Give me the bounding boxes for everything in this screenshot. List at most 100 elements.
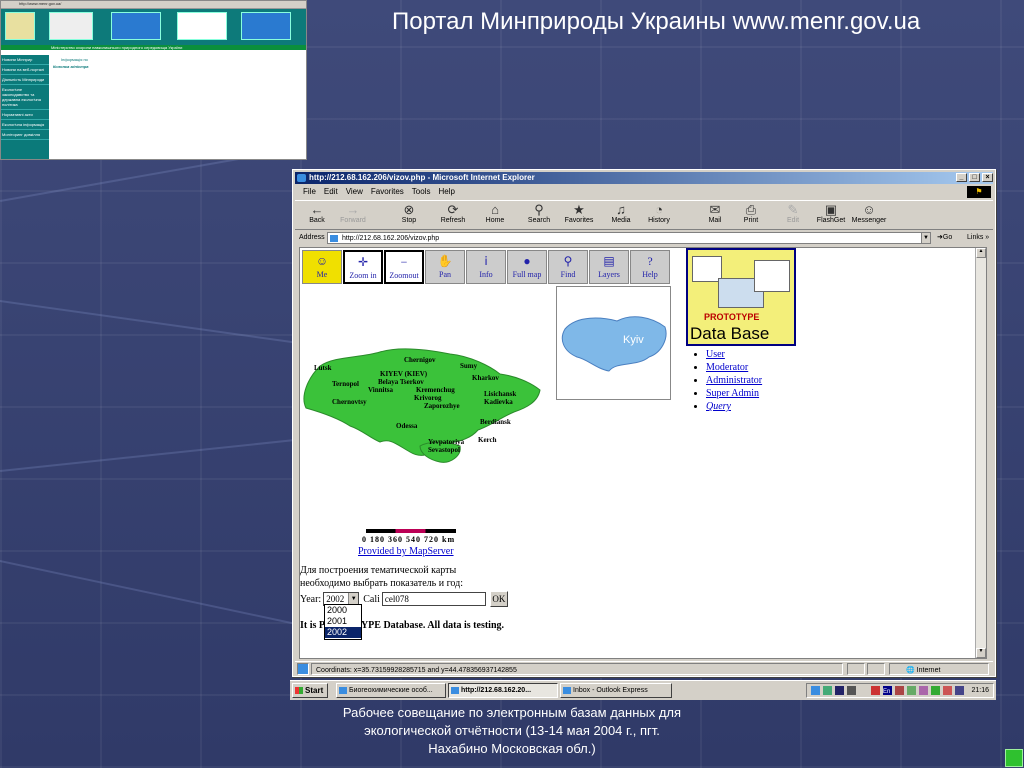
tray-icon[interactable] (919, 686, 928, 695)
overview-map[interactable]: Kyiv (556, 286, 671, 400)
taskbar-item[interactable]: Inbox - Outlook Express (560, 683, 672, 698)
menu-item[interactable]: Favorites (371, 187, 404, 196)
toolbar-button[interactable]: ♫ Media (603, 203, 639, 225)
tray-icon[interactable] (823, 686, 832, 695)
go-button[interactable]: ➜Go (937, 231, 952, 245)
status-page-icon (297, 663, 309, 675)
user-link[interactable]: Query (706, 401, 731, 412)
menu-item[interactable]: Tools (412, 187, 431, 196)
toolbar-icon: ✎ (787, 202, 799, 217)
ukraine-map[interactable]: Chernigov Lutsk Sumy KIYEV (KIEV)Belaya Tse… (300, 346, 550, 476)
city-label: Kharkov (472, 374, 499, 382)
tray-icon[interactable] (955, 686, 964, 695)
user-links: User Moderator Administrator Super Admin Que… (686, 348, 762, 413)
tray-icon[interactable] (835, 686, 844, 695)
taskbar-item-label: Биогеохимические особ... (349, 687, 433, 694)
user-link[interactable]: User (706, 349, 725, 360)
toolbar-button[interactable]: ⎙ Print (733, 203, 769, 225)
toolbar-button[interactable]: → Forward (335, 203, 371, 225)
address-dropdown-button[interactable]: ▼ (921, 232, 931, 244)
ok-button[interactable]: OK (489, 591, 508, 607)
user-link[interactable]: Administrator (706, 375, 762, 386)
overview-label: Kyiv (623, 334, 644, 346)
map-tool-icon: ⅰ (484, 254, 488, 268)
toolbar-label: Home (485, 217, 505, 224)
taskbar-item[interactable]: Биогеохимические особ... (336, 683, 446, 698)
mapserver-link[interactable]: Provided by MapServer (358, 546, 454, 557)
minimize-button[interactable]: _ (956, 173, 967, 182)
map-tool-button[interactable]: ● Full map (507, 250, 547, 284)
slide-nav-marker[interactable] (1005, 749, 1023, 767)
close-button[interactable]: × (982, 173, 993, 182)
maximize-button[interactable]: □ (969, 173, 980, 182)
toolbar-button[interactable]: ⌂ Home (477, 203, 513, 225)
map-tool-button[interactable]: ? Help (630, 250, 670, 284)
coat-of-arms-icon (5, 12, 35, 40)
toolbar-icon: ⊗ (403, 202, 415, 217)
tray-icon[interactable] (847, 686, 856, 695)
toolbar-button[interactable]: ⚲ Search (521, 203, 557, 225)
address-value: http://212.68.162.206/vizov.php (342, 235, 440, 242)
tray-icon[interactable] (931, 686, 940, 695)
toolbar-icon: ⟳ (447, 202, 459, 217)
toolbar-icon: ☺ (862, 202, 876, 217)
thumbnail-info-label: Інформація по (61, 57, 88, 62)
taskbar-item-active[interactable]: http://212.68.162.20... (448, 683, 558, 698)
toolbar-label: History (648, 217, 670, 224)
toolbar-button[interactable]: ☺ Messenger (851, 202, 887, 225)
user-link[interactable]: Moderator (706, 362, 748, 373)
links-button[interactable]: Links » (967, 231, 989, 245)
toolbar-button[interactable]: ⟳ Refresh (435, 202, 471, 225)
map-tool-button[interactable]: ✋ Pan (425, 250, 465, 284)
prototype-label: PROTOTYPE (704, 312, 760, 322)
address-input[interactable]: http://212.68.162.206/vizov.php (327, 232, 923, 244)
toolbar-button[interactable]: ▣ FlashGet (813, 203, 849, 225)
background-line (0, 300, 298, 344)
toolbar-button[interactable]: ✎ Edit (775, 202, 811, 225)
user-link[interactable]: Super Admin (706, 388, 759, 399)
menu-item[interactable]: View (346, 187, 363, 196)
tray-icon[interactable] (943, 686, 952, 695)
tray-icon[interactable] (895, 686, 904, 695)
map-tool-label: Layers (598, 270, 620, 279)
map-tool-button[interactable]: ☺ Me (302, 250, 342, 284)
toolbar-button[interactable]: ✉ Mail (697, 203, 733, 225)
menu-item[interactable]: Help (438, 187, 454, 196)
scroll-up-icon[interactable]: ▲ (976, 248, 986, 258)
tray-icon[interactable] (871, 686, 880, 695)
map-tool-label: Me (316, 270, 328, 279)
year-dropdown-list: 2000 2001 2002 (324, 604, 362, 640)
user-link-item: Super Admin (706, 387, 762, 400)
vertical-scrollbar[interactable]: ▲ ▼ (975, 248, 986, 658)
cal-input[interactable]: cel078 (381, 592, 486, 606)
thumbnail-menu-item: Моніторинг довкілля (1, 130, 49, 140)
year-option[interactable]: 2001 (325, 616, 361, 627)
toolbar-button[interactable]: ⊗ Stop (391, 202, 427, 225)
map-tool-button[interactable]: ⅰ Info (466, 250, 506, 284)
map-tool-icon: ⚲ (563, 254, 573, 268)
toolbar-button[interactable]: ◔ History (641, 202, 677, 225)
year-option[interactable]: 2000 (325, 605, 361, 616)
windows-flag-icon (295, 687, 303, 694)
map-tool-button[interactable]: ⚲ Find (548, 250, 588, 284)
map-tool-button[interactable]: ▤ Layers (589, 250, 629, 284)
toolbar-button[interactable]: ← Back (299, 203, 335, 225)
year-option[interactable]: 2002 (325, 627, 361, 638)
toolbar-icon: ◔ (655, 202, 663, 217)
menu-item[interactable]: File (303, 187, 316, 196)
browser-window: http://212.68.162.206/vizov.php - Micros… (292, 169, 996, 677)
map-tool-button[interactable]: ✛ Zoom in (343, 250, 383, 284)
hint-line-1: Для построения тематической карты (300, 565, 457, 576)
menu-item[interactable]: Edit (324, 187, 338, 196)
tray-icon[interactable] (907, 686, 916, 695)
toolbar-button[interactable]: ★ Favorites (561, 203, 597, 225)
toolbar-label: Print (743, 217, 759, 224)
start-button[interactable]: Start (292, 683, 328, 698)
tray-icon[interactable] (811, 686, 820, 695)
map-tool-button[interactable]: − Zoomout (384, 250, 424, 284)
map-tool-label: Help (642, 270, 658, 279)
scroll-down-icon[interactable]: ▼ (976, 648, 986, 658)
map-tool-label: Zoom in (349, 271, 377, 280)
city-label: Ternopol (332, 380, 359, 388)
clock: 21:16 (971, 687, 989, 694)
